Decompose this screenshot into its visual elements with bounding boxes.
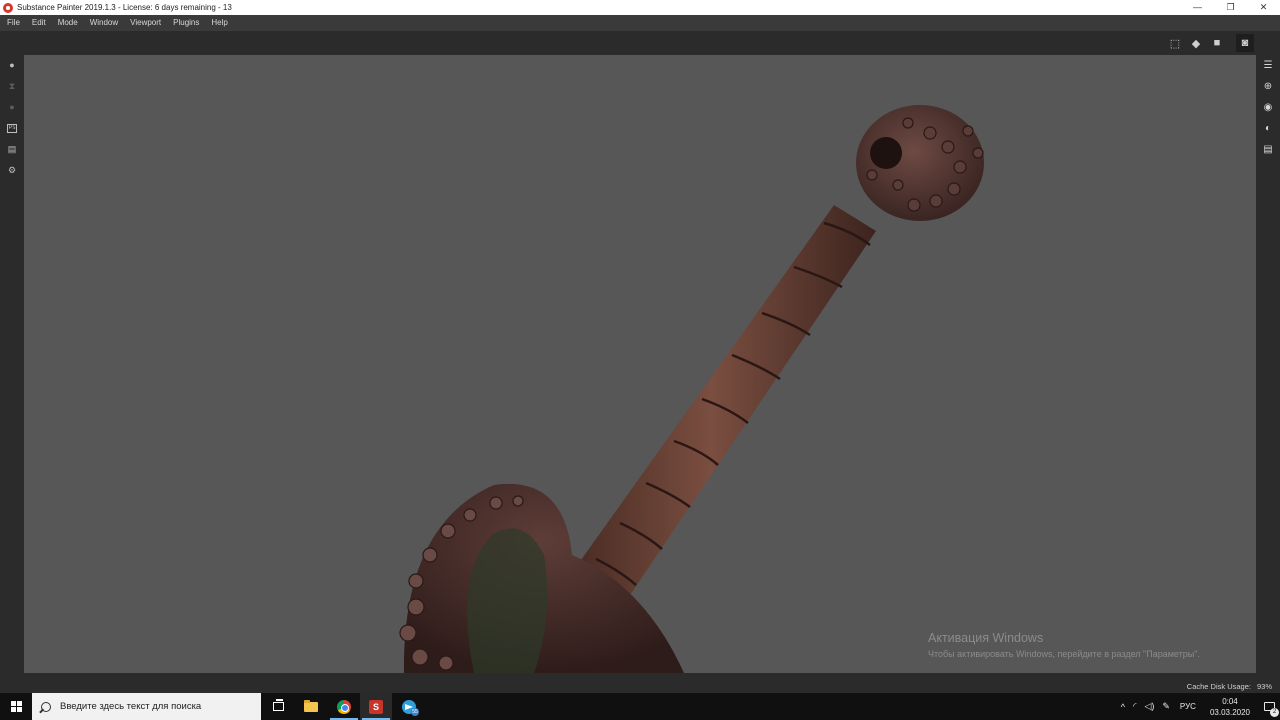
document-icon[interactable]: ▤ [5,142,19,156]
camera-video-icon[interactable]: ■ [1208,34,1226,52]
windows-activation-watermark: Активация Windows Чтобы активировать Win… [928,631,1200,659]
system-tray: ^ ◜ ◁) ✎ РУС 0:04 03.03.2020 2 [1117,693,1280,720]
start-button[interactable] [0,693,32,720]
left-toolbar: ● ⧗ ● Ps ▤ ⚙ [0,55,24,675]
tray-chevron-icon[interactable]: ^ [1117,702,1129,712]
cache-disk-usage: Cache Disk Usage: 93% [1181,682,1272,691]
windows-taskbar: S 55 ^ ◜ ◁) ✎ РУС 0:04 03.03.2020 2 [0,693,1280,720]
cache-disk-usage-value: 93% [1256,682,1272,691]
tentacle-staff-model [399,105,984,673]
action-center-button[interactable]: 2 [1258,693,1280,720]
photoshop-export-label: Ps [7,123,17,133]
frame-selection-icon[interactable]: ⬚ [1166,34,1184,52]
menu-edit[interactable]: Edit [26,15,52,31]
telegram-button[interactable]: 55 [393,693,425,720]
knob-curl [870,137,902,169]
folder-icon [304,699,318,712]
hourglass-icon[interactable]: ⧗ [5,79,19,93]
close-button[interactable]: ✕ [1247,0,1280,15]
zoom-icon[interactable]: ⊕ [1261,79,1275,93]
language-indicator[interactable]: РУС [1174,702,1202,711]
display-settings-icon[interactable]: ◉ [1261,100,1275,114]
taskbar-search-box[interactable] [32,693,261,720]
substance-painter-logo-icon [3,2,13,13]
object-view-icon[interactable]: ◆ [1187,34,1205,52]
viewport-toolbar: ⬚ ◆ ■ ◙ [0,31,1280,55]
menu-bar: File Edit Mode Window Viewport Plugins H… [0,15,1280,31]
paint-brush-icon[interactable]: ● [5,58,19,72]
menu-file[interactable]: File [0,15,26,31]
network-icon[interactable]: ◜ [1129,701,1141,712]
photoshop-export-icon[interactable]: Ps [5,121,19,135]
status-bar: Cache Disk Usage: 93% [0,673,1280,693]
substance-painter-icon: S [369,699,383,714]
task-view-icon [272,699,284,711]
menu-help[interactable]: Help [205,15,233,31]
title-bar: Substance Painter 2019.1.3 - License: 6 … [0,0,1280,15]
layers-icon[interactable]: ☰ [1261,58,1275,72]
file-explorer-button[interactable] [295,693,327,720]
taskbar-clock[interactable]: 0:04 03.03.2020 [1202,696,1258,718]
right-toolbar: ☰ ⊕ ◉ ◐ ▤ [1256,55,1280,675]
screenshot-camera-icon[interactable]: ◙ [1236,34,1254,52]
pen-icon[interactable]: ✎ [1158,701,1174,712]
menu-plugins[interactable]: Plugins [167,15,205,31]
task-view-button[interactable] [262,693,294,720]
telegram-unread-badge: 55 [411,708,419,716]
3d-viewport[interactable]: Активация Windows Чтобы активировать Win… [24,55,1256,673]
log-icon[interactable]: ▤ [1261,142,1275,156]
menu-mode[interactable]: Mode [52,15,84,31]
volume-icon[interactable]: ◁) [1140,701,1158,712]
menu-window[interactable]: Window [84,15,124,31]
minimize-button[interactable]: — [1181,0,1214,15]
watermark-title: Активация Windows [928,631,1044,645]
staff-shaft [576,205,876,595]
watermark-subtitle: Чтобы активировать Windows, перейдите в … [928,649,1200,659]
clock-time: 0:04 [1222,696,1238,706]
environment-icon[interactable]: ◐ [1261,121,1275,135]
chrome-button[interactable] [328,693,360,720]
windows-logo-icon [10,701,22,712]
menu-viewport[interactable]: Viewport [124,15,167,31]
substance-painter-taskbar-button[interactable]: S [360,693,392,720]
taskbar-search-input[interactable] [60,701,260,712]
eraser-icon[interactable]: ● [5,100,19,114]
settings-icon[interactable]: ⚙ [5,163,19,177]
chrome-icon [337,699,351,714]
maximize-button[interactable]: ❐ [1214,0,1247,15]
notification-count-badge: 2 [1270,708,1279,717]
cache-disk-usage-label: Cache Disk Usage: [1186,682,1251,691]
search-icon [41,701,51,712]
clock-date: 03.03.2020 [1209,707,1250,717]
window-title: Substance Painter 2019.1.3 - License: 6 … [17,3,232,12]
